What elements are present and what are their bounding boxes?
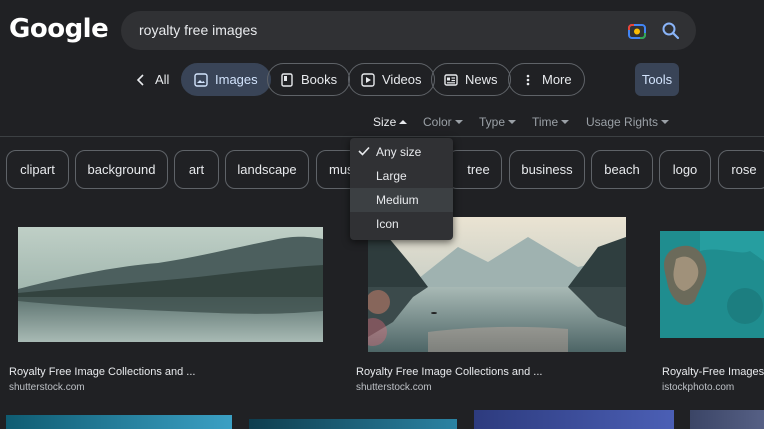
chip-clipart[interactable]: clipart xyxy=(6,150,69,189)
filter-label: Size xyxy=(373,115,397,129)
caret-up-icon xyxy=(399,120,408,124)
filter-label: Usage Rights xyxy=(586,115,659,129)
chip-label: beach xyxy=(604,162,640,177)
tab-label: Books xyxy=(301,72,338,87)
size-option-medium[interactable]: Medium xyxy=(350,188,453,212)
chip-tree[interactable]: tree xyxy=(447,150,502,189)
filter-label: Color xyxy=(423,115,452,129)
google-lens-icon[interactable] xyxy=(627,21,647,41)
chip-beach[interactable]: beach xyxy=(591,150,653,189)
result-title[interactable]: Royalty-Free Images an xyxy=(662,366,764,378)
tab-label: News xyxy=(465,72,498,87)
chip-label: clipart xyxy=(20,162,55,177)
caret-down-icon xyxy=(454,120,463,124)
book-icon xyxy=(281,72,293,87)
caret-down-icon xyxy=(561,120,570,124)
size-option-icon[interactable]: Icon xyxy=(350,212,453,236)
more-vertical-icon xyxy=(526,74,530,85)
video-icon xyxy=(361,72,375,87)
result-image[interactable] xyxy=(6,415,232,429)
result-image[interactable] xyxy=(249,419,457,429)
result-source[interactable]: shutterstock.com xyxy=(9,382,85,393)
tab-label: More xyxy=(542,72,572,87)
chip-label: tree xyxy=(467,162,490,177)
chip-art[interactable]: art xyxy=(174,150,219,189)
tab-all[interactable]: All xyxy=(128,63,175,96)
tab-label: All xyxy=(155,72,170,87)
result-image[interactable] xyxy=(474,410,674,429)
size-option-any[interactable]: Any size xyxy=(350,140,453,164)
google-logo[interactable]: Google xyxy=(9,14,109,44)
search-icon[interactable] xyxy=(661,21,681,41)
result-image[interactable] xyxy=(660,231,764,338)
filter-time[interactable]: Time xyxy=(532,115,570,129)
tab-books[interactable]: Books xyxy=(267,63,351,96)
option-label: Icon xyxy=(376,217,399,231)
image-icon xyxy=(194,72,208,87)
divider xyxy=(0,136,764,137)
result-source[interactable]: istockphoto.com xyxy=(662,382,734,393)
result-source[interactable]: shutterstock.com xyxy=(356,382,432,393)
image-thumbnail xyxy=(18,227,323,342)
chip-background[interactable]: background xyxy=(75,150,168,189)
checkmark-icon xyxy=(358,146,370,156)
chip-business[interactable]: business xyxy=(509,150,585,189)
tab-more[interactable]: More xyxy=(508,63,585,96)
search-input[interactable]: royalty free images xyxy=(139,22,257,38)
chip-logo[interactable]: logo xyxy=(659,150,711,189)
tab-images[interactable]: Images xyxy=(181,63,271,96)
tools-button[interactable]: Tools xyxy=(635,63,679,96)
filter-usage-rights[interactable]: Usage Rights xyxy=(586,115,670,129)
chip-label: background xyxy=(87,162,156,177)
chip-label: logo xyxy=(672,162,698,177)
tab-label: Videos xyxy=(382,72,422,87)
image-thumbnail xyxy=(660,231,764,338)
result-title[interactable]: Royalty Free Image Collections and ... xyxy=(9,366,195,378)
result-image[interactable] xyxy=(690,410,764,429)
chip-label: art xyxy=(188,162,205,177)
filter-size[interactable]: Size xyxy=(373,115,408,129)
caret-down-icon xyxy=(508,120,517,124)
filter-type[interactable]: Type xyxy=(479,115,517,129)
result-image[interactable] xyxy=(18,227,323,342)
option-label: Any size xyxy=(376,145,422,159)
caret-down-icon xyxy=(661,120,670,124)
size-dropdown-menu: Any size Large Medium Icon xyxy=(350,138,453,240)
chip-label: business xyxy=(521,162,573,177)
chip-label: rose xyxy=(731,162,757,177)
chip-landscape[interactable]: landscape xyxy=(225,150,309,189)
news-icon xyxy=(444,73,458,86)
tab-videos[interactable]: Videos xyxy=(348,63,435,96)
size-option-large[interactable]: Large xyxy=(350,164,453,188)
chip-rose[interactable]: rose xyxy=(718,150,764,189)
option-label: Large xyxy=(376,169,407,183)
search-box[interactable]: royalty free images xyxy=(121,11,696,50)
tab-news[interactable]: News xyxy=(431,63,511,96)
filter-label: Time xyxy=(532,115,559,129)
tab-label: Images xyxy=(215,72,258,87)
filter-label: Type xyxy=(479,115,506,129)
chevron-left-icon xyxy=(136,73,144,86)
chip-label: landscape xyxy=(237,162,297,177)
option-label: Medium xyxy=(376,193,419,207)
filter-color[interactable]: Color xyxy=(423,115,463,129)
result-title[interactable]: Royalty Free Image Collections and ... xyxy=(356,366,542,378)
